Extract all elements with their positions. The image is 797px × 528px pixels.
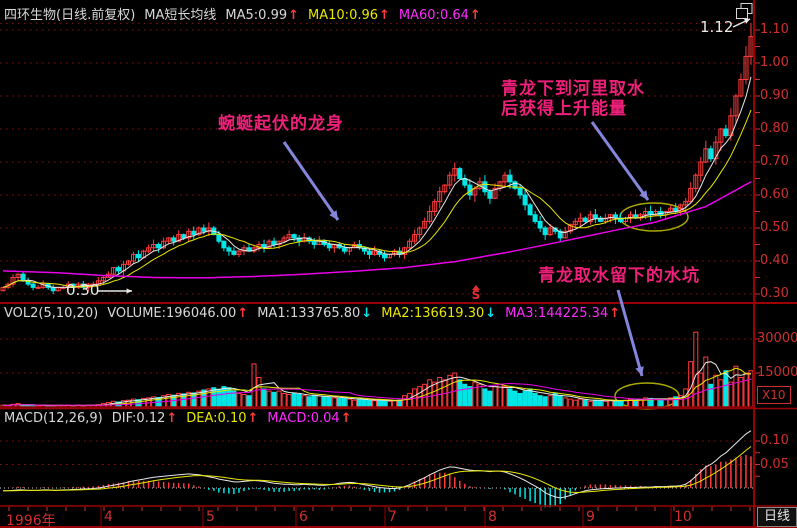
peak-price-label: 1.12 bbox=[700, 18, 733, 36]
indicator-name: MA短长均线 bbox=[144, 4, 216, 23]
annotation-river-line2: 后获得上升能量 bbox=[501, 99, 645, 119]
axis-label: 0.40 bbox=[760, 253, 789, 268]
axis-label: 0.90 bbox=[760, 88, 789, 103]
axis-label: 7 bbox=[388, 509, 397, 525]
up-arrow-icon: ↑ bbox=[166, 411, 177, 426]
annotation-water-pit: 青龙取水留下的水坑 bbox=[538, 266, 700, 286]
volume-unit-label: X10 bbox=[757, 386, 791, 404]
annotation-river-line1: 青龙下到河里取水 bbox=[501, 79, 645, 99]
macd-indicator-name: MACD(12,26,9) bbox=[4, 411, 103, 426]
axis-label: 15000 bbox=[757, 365, 797, 380]
ma5-value: MA5:0.99↑ bbox=[225, 8, 299, 23]
axis-label: 6 bbox=[299, 509, 308, 525]
restore-window-icon[interactable] bbox=[735, 2, 754, 20]
up-arrow-icon: ↑ bbox=[237, 306, 248, 321]
axis-label: 9 bbox=[586, 509, 595, 525]
volume-ma1-value: MA1:133765.80↓ bbox=[257, 306, 372, 321]
up-arrow-icon: ↑ bbox=[288, 8, 299, 23]
up-arrow-icon: ↑ bbox=[609, 306, 620, 321]
ma10-value: MA10:0.96↑ bbox=[308, 8, 390, 23]
up-arrow-icon: ↑ bbox=[248, 411, 259, 426]
volume-indicator-name: VOL2(5,10,20) bbox=[4, 306, 98, 321]
up-arrow-icon: ↑ bbox=[470, 8, 481, 23]
axis-label: 0.10 bbox=[760, 433, 789, 448]
annotation-dragon-body: 蜿蜒起伏的龙身 bbox=[218, 114, 344, 134]
axis-label: 0.60 bbox=[760, 187, 789, 202]
top-indicator-bar: 四环生物(日线.前复权) MA短长均线 MA5:0.99↑ MA10:0.96↑… bbox=[4, 4, 481, 23]
stock-title: 四环生物(日线.前复权) bbox=[4, 4, 135, 23]
dea-value: DEA:0.10↑ bbox=[186, 411, 258, 426]
axis-label: 30000 bbox=[757, 331, 797, 346]
chart-canvas[interactable] bbox=[0, 0, 797, 528]
up-arrow-icon: ↑ bbox=[341, 411, 352, 426]
restore-front-square bbox=[737, 9, 748, 19]
period-selector[interactable]: 日线 bbox=[757, 507, 797, 527]
stock-chart-window: 四环生物(日线.前复权) MA短长均线 MA5:0.99↑ MA10:0.96↑… bbox=[0, 0, 797, 528]
axis-label: 0.50 bbox=[760, 220, 789, 235]
annotation-river-text: 青龙下到河里取水 后获得上升能量 bbox=[501, 79, 645, 119]
signal-marker: S bbox=[470, 285, 482, 301]
axis-label: 4 bbox=[104, 509, 113, 525]
axis-label: 0.70 bbox=[760, 154, 789, 169]
volume-ma3-value: MA3:144225.34↑ bbox=[505, 306, 620, 321]
axis-label: 1.00 bbox=[760, 55, 789, 70]
volume-value: VOLUME:196046.00↑ bbox=[107, 306, 248, 321]
axis-label: 0.05 bbox=[760, 457, 789, 472]
start-price-label: 0.30 bbox=[66, 281, 99, 299]
sell-marker-letter: S bbox=[470, 290, 482, 301]
axis-label: 0.30 bbox=[760, 286, 789, 301]
macd-value: MACD:0.04↑ bbox=[267, 411, 351, 426]
macd-indicator-bar: MACD(12,26,9) DIF:0.12↑ DEA:0.10↑ MACD:0… bbox=[4, 411, 352, 426]
dif-value: DIF:0.12↑ bbox=[112, 411, 178, 426]
year-label: 1996年 bbox=[6, 510, 56, 528]
axis-label: 0.80 bbox=[760, 121, 789, 136]
volume-ma2-value: MA2:136619.30↓ bbox=[381, 306, 496, 321]
axis-label: 5 bbox=[206, 509, 215, 525]
down-arrow-icon: ↓ bbox=[485, 306, 496, 321]
volume-indicator-bar: VOL2(5,10,20) VOLUME:196046.00↑ MA1:1337… bbox=[4, 306, 620, 321]
ma60-value: MA60:0.64↑ bbox=[399, 8, 481, 23]
up-arrow-icon: ↑ bbox=[379, 8, 390, 23]
axis-label: 8 bbox=[488, 509, 497, 525]
axis-label: 1.10 bbox=[760, 22, 789, 37]
down-arrow-icon: ↓ bbox=[361, 306, 372, 321]
axis-label: 10 bbox=[674, 509, 692, 525]
